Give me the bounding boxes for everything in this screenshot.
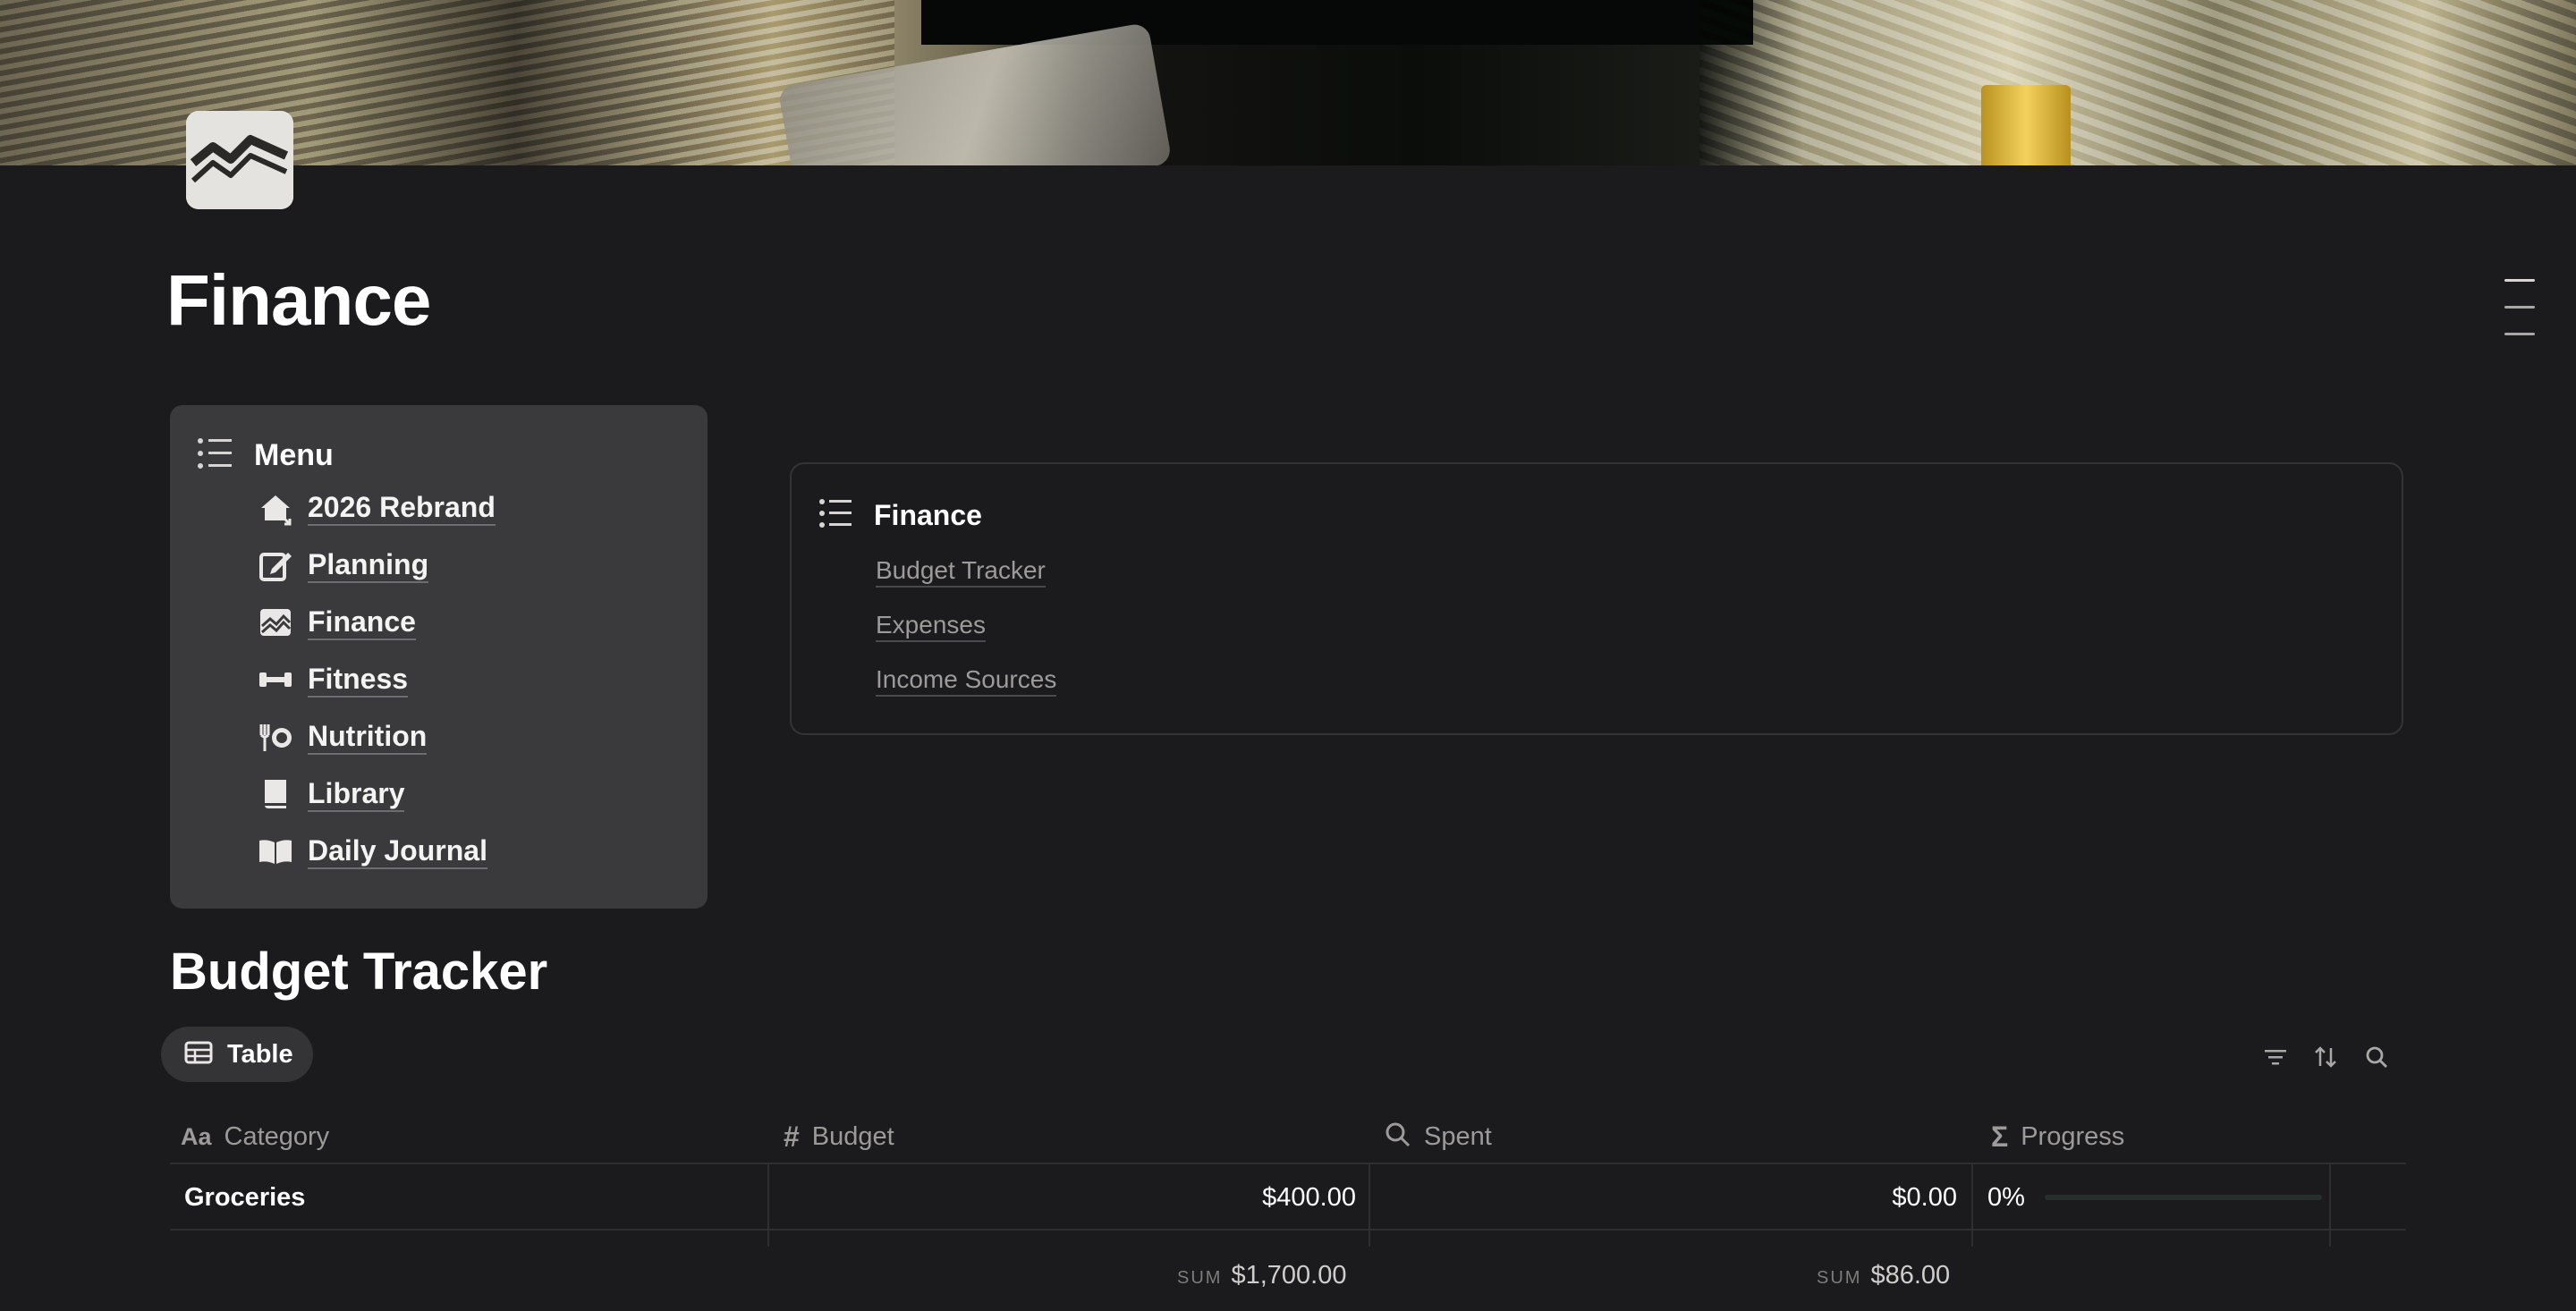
menu-item-nutrition[interactable]: Nutrition	[258, 715, 428, 759]
sum-value: $86.00	[1870, 1261, 1951, 1290]
view-tab-label: Table	[227, 1039, 293, 1069]
house-icon	[258, 490, 293, 526]
cover-monitor	[921, 0, 1753, 45]
menu-item-label: Nutrition	[308, 719, 428, 755]
menu-item-finance[interactable]: Finance	[258, 600, 416, 645]
menu-item-fitness[interactable]: Fitness	[258, 657, 409, 702]
menu-item-label: Finance	[308, 605, 416, 640]
page-title: Finance	[166, 260, 431, 340]
menu-item-planning[interactable]: Planning	[258, 543, 429, 588]
text-aa-icon: Aa	[181, 1122, 212, 1150]
book-icon	[258, 776, 293, 812]
menu-item-label: Daily Journal	[308, 833, 487, 869]
table-icon	[184, 1041, 213, 1069]
search-icon	[1385, 1121, 1411, 1153]
menu-item-label: 2026 Rebrand	[308, 490, 496, 526]
cover-gold-band	[1981, 85, 2071, 165]
list-icon	[818, 498, 852, 533]
column-header-category[interactable]: Aa Category	[181, 1109, 329, 1164]
sum-value: $1,700.00	[1231, 1261, 1347, 1290]
menu-item-library[interactable]: Library	[258, 772, 405, 816]
menu-item-label: Planning	[308, 547, 429, 583]
finance-chart-icon	[258, 605, 293, 640]
column-header-progress[interactable]: Σ Progress	[1991, 1109, 2124, 1164]
table-row[interactable]: Groceries $400.00 $0.00 0%	[170, 1164, 2406, 1231]
list-icon	[197, 437, 233, 474]
sum-label: SUM	[1177, 1268, 1223, 1288]
menu-callout: Menu 2026 Rebrand Planning Finance Fitne…	[170, 405, 708, 909]
link-budget-tracker[interactable]: Budget Tracker	[876, 555, 1046, 588]
sum-budget: SUM $1,700.00	[1177, 1261, 1346, 1290]
open-book-icon	[258, 833, 293, 869]
finance-links-block: Finance Budget Tracker Expenses Income S…	[790, 462, 2403, 735]
column-header-budget[interactable]: # Budget	[784, 1109, 894, 1164]
finance-links-title: Finance	[874, 499, 982, 531]
menu-item-label: Library	[308, 776, 405, 812]
sort-icon[interactable]	[2310, 1042, 2341, 1072]
link-expenses[interactable]: Expenses	[876, 610, 986, 642]
cell-category[interactable]: Groceries	[184, 1164, 305, 1231]
sum-spent: SUM $86.00	[1817, 1261, 1950, 1290]
menu-item-daily-journal[interactable]: Daily Journal	[258, 829, 487, 874]
sum-label: SUM	[1817, 1268, 1862, 1288]
cover-image	[0, 0, 2576, 165]
menu-item-label: Fitness	[308, 662, 409, 698]
column-header-spent[interactable]: Spent	[1385, 1109, 1492, 1164]
edit-icon	[258, 547, 293, 583]
sigma-icon: Σ	[1991, 1120, 2009, 1153]
menu-item-2026-rebrand[interactable]: 2026 Rebrand	[258, 486, 496, 530]
link-income-sources[interactable]: Income Sources	[876, 664, 1057, 697]
progress-percent: 0%	[1987, 1182, 2025, 1212]
table-header: Aa Category # Budget Spent Σ Progress	[170, 1109, 2406, 1164]
filter-icon[interactable]	[2260, 1042, 2291, 1072]
budget-tracker-title: Budget Tracker	[170, 943, 548, 1001]
view-tab-table[interactable]: Table	[161, 1027, 313, 1082]
hash-icon: #	[784, 1120, 800, 1153]
cell-progress[interactable]: 0%	[1987, 1164, 2322, 1231]
page-icon-finance-chart-icon[interactable]	[186, 111, 293, 209]
dumbbell-icon	[258, 662, 293, 698]
search-icon[interactable]	[2361, 1042, 2392, 1072]
menu-header: Menu	[197, 437, 334, 474]
fork-plate-icon	[258, 719, 293, 755]
cell-budget[interactable]: $400.00	[767, 1164, 1356, 1231]
cover-cash-stack-left	[0, 0, 894, 165]
menu-title: Menu	[254, 438, 334, 472]
cell-spent[interactable]: $0.00	[1368, 1164, 1957, 1231]
table-of-contents-icon[interactable]	[2504, 279, 2535, 359]
finance-links-header: Finance	[818, 498, 982, 533]
progress-bar	[2044, 1195, 2322, 1200]
cover-cash-stack-right	[1699, 0, 2576, 165]
